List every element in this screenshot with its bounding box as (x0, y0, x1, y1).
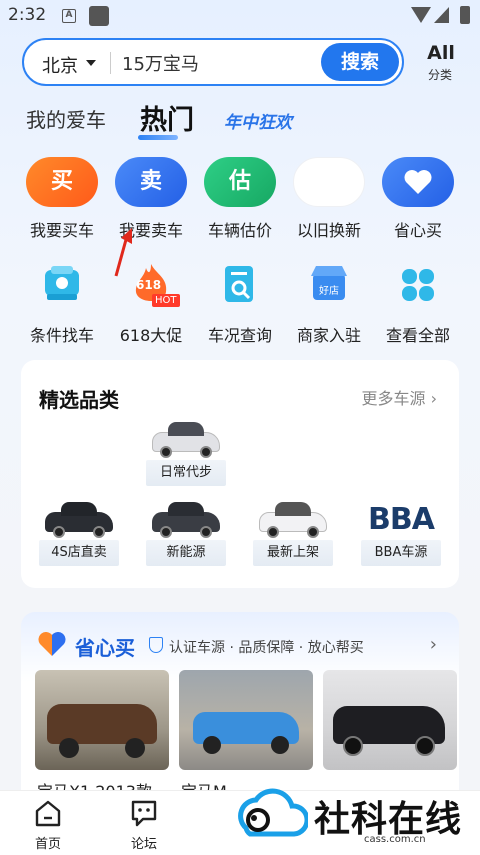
car-photo[interactable] (323, 670, 457, 770)
nav-forum[interactable]: 论坛 (114, 799, 174, 852)
home-icon (33, 799, 63, 827)
sell-icon: 卖 (115, 157, 187, 207)
618-number: 618 (136, 278, 162, 292)
forum-icon (129, 799, 159, 827)
worry-free-subtitle: 认证车源 · 品质保障 · 放心帮买 (169, 640, 364, 656)
city-selector[interactable]: 北京 (42, 52, 78, 78)
tile-newest[interactable]: 最新上架 (253, 500, 333, 590)
car-photo[interactable] (179, 670, 313, 770)
caret-down-icon[interactable] (86, 60, 96, 66)
hot-badge: HOT (152, 294, 180, 307)
grid-label: 商家入驻 (296, 326, 361, 345)
search-bar: 北京 搜索 (22, 38, 404, 86)
tile-4s-store[interactable]: 4S店直卖 (39, 500, 119, 590)
valuation-icon: 估 (204, 157, 276, 207)
tab-promo[interactable]: 年中狂欢 (224, 108, 292, 133)
worry-free-title: 省心买 (75, 636, 135, 660)
tile-label: 日常代步 (146, 460, 226, 486)
car-image (253, 500, 333, 540)
more-cars-label: 更多车源 (361, 389, 426, 408)
car-image (39, 500, 119, 540)
tile-label: BBA车源 (361, 540, 441, 566)
watermark-logo-icon (238, 788, 308, 837)
shield-icon (149, 637, 163, 653)
more-cars-link[interactable]: 更多车源 › (361, 385, 437, 409)
grid-item-618[interactable]: 618 HOT 618大促 (106, 260, 196, 346)
car-image (146, 420, 226, 460)
tile-label: 4S店直卖 (39, 540, 119, 566)
grid-label: 我要买车 (29, 221, 94, 240)
trade-in-icon (293, 157, 365, 207)
car-photo[interactable] (35, 670, 169, 770)
shop-sign: 好店 (319, 286, 339, 297)
selected-category-card: 精选品类 更多车源 › 日常代步 4S店直卖 新能源 最新上架 BBA BBA车… (21, 360, 459, 588)
car-image (146, 500, 226, 540)
heart-logo-icon (38, 632, 66, 656)
tab-my-car[interactable]: 我的爱车 (26, 104, 106, 133)
wifi-icon (411, 7, 431, 23)
tile-new-energy[interactable]: 新能源 (146, 500, 226, 590)
search-input[interactable] (122, 52, 312, 73)
shop-icon: 好店 (304, 260, 354, 310)
buy-icon: 买 (26, 157, 98, 207)
grid-item-worry-free[interactable]: 省心买 (373, 157, 463, 241)
notification-square-icon (89, 6, 109, 26)
worry-free-card[interactable]: 省心买 认证车源 · 品质保障 · 放心帮买 › 宝马X1 2013款 宝马M (21, 612, 459, 812)
heart-icon (382, 157, 454, 207)
signal-icon (434, 7, 449, 23)
grid-label: 618大促 (119, 326, 183, 345)
grid-item-filter-car[interactable]: 条件找车 (17, 260, 107, 346)
nav-label: 论坛 (130, 837, 157, 852)
fire-618-icon: 618 HOT (126, 260, 180, 310)
grid-item-view-all[interactable]: 查看全部 (373, 260, 463, 346)
nav-label: 首页 (34, 837, 61, 852)
nav-home[interactable]: 首页 (18, 799, 78, 852)
watermark-url: cass.com.cn (364, 834, 426, 845)
category-label[interactable]: 分类 (420, 66, 460, 83)
watermark: 社科在线 cass.com.cn (232, 788, 480, 850)
tab-active-indicator (138, 135, 178, 140)
grid-item-buy-car[interactable]: 买 我要买车 (17, 157, 107, 241)
notification-a-icon: A (62, 9, 76, 23)
tab-hot[interactable]: 热门 (140, 98, 194, 137)
car-search-icon (37, 260, 87, 310)
grid-item-condition[interactable]: 车况查询 (195, 260, 285, 346)
tile-label: 新能源 (146, 540, 226, 566)
status-bar: 2:32 A (0, 0, 480, 32)
search-divider (110, 52, 111, 74)
grid-label: 条件找车 (29, 326, 94, 345)
grid-label: 查看全部 (385, 326, 450, 345)
grid-label: 车辆估价 (207, 221, 272, 240)
category-all-icon[interactable]: All (424, 42, 458, 64)
document-search-icon (215, 260, 265, 310)
search-button[interactable]: 搜索 (321, 43, 399, 81)
grid-label: 省心买 (393, 221, 442, 240)
battery-icon (460, 6, 470, 24)
four-petal-icon (393, 260, 443, 310)
chevron-right-icon: › (430, 389, 437, 408)
chevron-right-icon[interactable]: › (430, 634, 437, 655)
grid-item-trade-in[interactable]: 以旧换新 (284, 157, 374, 241)
grid-item-valuation[interactable]: 估 车辆估价 (195, 157, 285, 241)
tile-daily-commute[interactable]: 日常代步 (146, 420, 226, 510)
section-title: 精选品类 (39, 388, 119, 412)
bba-logo: BBA (368, 502, 435, 537)
grid-label: 以旧换新 (296, 221, 361, 240)
status-time: 2:32 (8, 5, 47, 25)
tile-label: 最新上架 (253, 540, 333, 566)
grid-label: 车况查询 (207, 326, 272, 345)
grid-item-merchant[interactable]: 好店 商家入驻 (284, 260, 374, 346)
tile-bba[interactable]: BBA BBA车源 (361, 500, 441, 590)
car-shape (47, 704, 157, 744)
